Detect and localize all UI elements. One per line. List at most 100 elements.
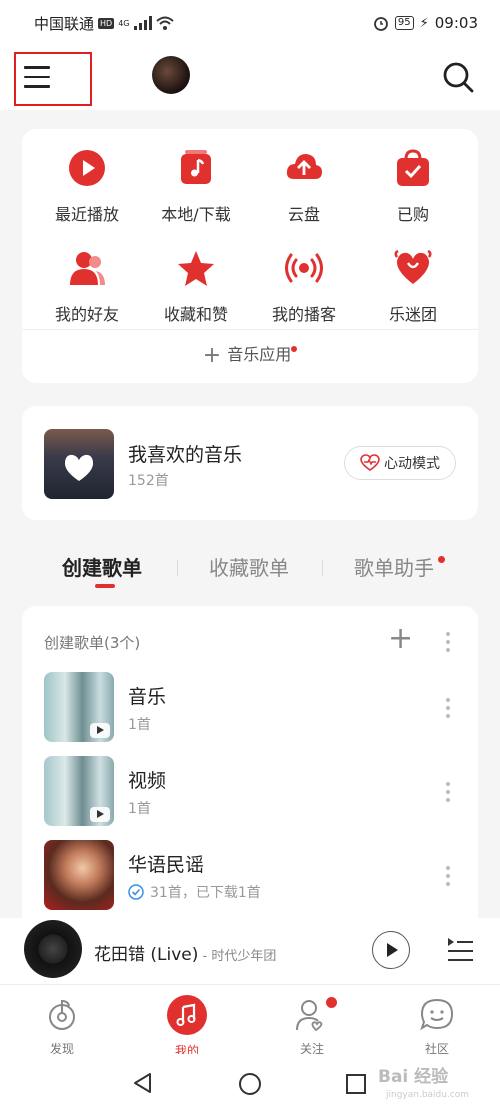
- heart-icon: [64, 454, 94, 481]
- top-header: [0, 46, 500, 110]
- video-play-icon: [90, 723, 110, 738]
- shortcut-collect-like[interactable]: 收藏和赞: [139, 229, 253, 329]
- shortcut-label: 收藏和赞: [163, 305, 228, 324]
- add-playlist-button[interactable]: +: [388, 624, 413, 654]
- search-icon[interactable]: [441, 60, 475, 94]
- shortcut-podcast[interactable]: 我的播客: [247, 229, 361, 329]
- wifi-icon: [155, 16, 174, 30]
- playlist-item[interactable]: 华语民谣 31首，已下载1首: [44, 840, 464, 912]
- community-chat-icon: [420, 998, 454, 1031]
- signal-icon: [133, 16, 152, 30]
- now-playing-disc[interactable]: [24, 920, 82, 978]
- playlist-item[interactable]: 视频 1首: [44, 756, 464, 828]
- tab-separator: [322, 560, 323, 576]
- shortcut-friends[interactable]: 我的好友: [30, 229, 144, 329]
- shopping-bag-icon: [397, 149, 429, 186]
- more-icon[interactable]: [438, 698, 458, 722]
- heart-mode-label: 心动模式: [384, 456, 440, 472]
- tab-community[interactable]: 社区: [397, 985, 477, 1057]
- menu-button[interactable]: [14, 52, 92, 106]
- more-icon[interactable]: [438, 866, 458, 890]
- home-icon[interactable]: [238, 1072, 262, 1096]
- back-icon[interactable]: [132, 1072, 154, 1094]
- shortcut-label: 已购: [396, 205, 429, 224]
- follow-user-icon: [296, 1000, 323, 1032]
- tab-indicator: [95, 584, 115, 588]
- playlist-name: 华语民谣: [128, 854, 205, 876]
- tab-assistant[interactable]: 歌单助手: [354, 552, 434, 581]
- shortcut-label: 本地/下载: [161, 205, 231, 224]
- playlist-card: 创建歌单(3个) + 音乐 1首 视频 1首 华语民谣 31首，已下载1首: [22, 606, 478, 936]
- watermark-url: jingyan.baidu.com: [386, 1090, 470, 1100]
- playlist-section-header: 创建歌单(3个): [44, 634, 141, 652]
- shortcut-local-download[interactable]: 本地/下载: [139, 129, 253, 229]
- favorite-title: 我喜欢的音乐: [128, 444, 243, 466]
- notification-dot: [326, 997, 337, 1008]
- bottom-tab-bar: 发现 我的 关注 社区: [0, 984, 500, 1058]
- recents-icon[interactable]: [345, 1073, 367, 1095]
- shortcut-label: 最近播放: [54, 205, 119, 224]
- shortcut-purchased[interactable]: 已购: [356, 129, 470, 229]
- music-note-icon: [167, 995, 207, 1035]
- song-title: 花田错 (Live): [94, 945, 199, 965]
- music-file-icon: [181, 150, 211, 184]
- shortcut-label: 乐迷团: [388, 305, 437, 324]
- plus-icon: +: [202, 343, 222, 368]
- notification-dot: [291, 346, 298, 352]
- downloaded-check-icon: [128, 884, 144, 900]
- playlist-count: 1首: [128, 801, 151, 817]
- playlist-cover: [44, 672, 114, 742]
- shortcut-cloud[interactable]: 云盘: [247, 129, 361, 229]
- play-circle-icon: [69, 150, 105, 186]
- shortcut-label: 我的好友: [54, 305, 119, 324]
- playlist-count-text: 31首，已下载1首: [150, 885, 261, 901]
- network-type: 4G: [118, 18, 130, 28]
- hd-badge: HD: [98, 17, 115, 29]
- podcast-icon: [285, 253, 323, 283]
- tab-separator: [177, 560, 178, 576]
- playlist-tabs: 创建歌单 收藏歌单 歌单助手: [0, 548, 500, 588]
- music-apps-label: 音乐应用: [227, 345, 292, 364]
- playlist-count: 31首，已下载1首: [128, 882, 261, 902]
- heart-mode-button[interactable]: 心动模式: [344, 446, 456, 480]
- favorite-cover: [44, 429, 114, 499]
- now-playing-title: 花田错 (Live) - 时代少年团: [94, 940, 276, 965]
- battery-level: 95: [394, 16, 414, 30]
- tab-mine[interactable]: 我的: [147, 985, 227, 1059]
- divider: [22, 329, 478, 330]
- more-icon[interactable]: [438, 632, 458, 656]
- tab-created[interactable]: 创建歌单: [62, 552, 142, 581]
- playlist-count: 1首: [128, 717, 151, 733]
- playlist-item[interactable]: 音乐 1首: [44, 672, 464, 744]
- discover-icon: [49, 999, 75, 1030]
- alarm-icon: [373, 17, 388, 31]
- music-apps-button[interactable]: + 音乐应用: [22, 341, 478, 368]
- charging-icon: ⚡: [419, 15, 429, 31]
- shortcut-label: 我的播客: [271, 305, 336, 324]
- user-avatar[interactable]: [152, 56, 190, 94]
- tab-follow[interactable]: 关注: [272, 985, 352, 1057]
- play-button[interactable]: [372, 931, 410, 969]
- tab-discover[interactable]: 发现: [22, 985, 102, 1057]
- more-icon[interactable]: [438, 782, 458, 806]
- shortcut-recent-play[interactable]: 最近播放: [30, 129, 144, 229]
- playlist-name: 视频: [128, 770, 167, 792]
- favorite-count: 152首: [128, 473, 169, 489]
- tab-collected[interactable]: 收藏歌单: [209, 552, 289, 581]
- favorite-music-card[interactable]: 我喜欢的音乐 152首 心动模式: [22, 406, 478, 520]
- video-play-icon: [90, 807, 110, 822]
- clock: 09:03: [434, 14, 478, 32]
- notification-dot: [438, 556, 445, 563]
- playlist-cover: [44, 840, 114, 910]
- shortcut-fan-club[interactable]: 乐迷团: [356, 229, 470, 329]
- song-artist: - 时代少年团: [198, 949, 277, 964]
- carrier-label: 中国联通: [34, 14, 95, 33]
- playlist-queue-icon[interactable]: [446, 934, 474, 964]
- mini-player[interactable]: 花田错 (Live) - 时代少年团: [0, 918, 500, 984]
- cloud-upload-icon: [286, 154, 322, 179]
- fan-heart-icon: [394, 249, 432, 284]
- friends-icon: [70, 252, 105, 285]
- playlist-name: 音乐: [128, 686, 167, 708]
- watermark-logo: Bai 经验: [378, 1067, 449, 1087]
- shortcut-grid-card: 最近播放 本地/下载 云盘 已购 我的好友 收藏和赞 我的播客 乐迷团 + 音乐应…: [22, 129, 478, 383]
